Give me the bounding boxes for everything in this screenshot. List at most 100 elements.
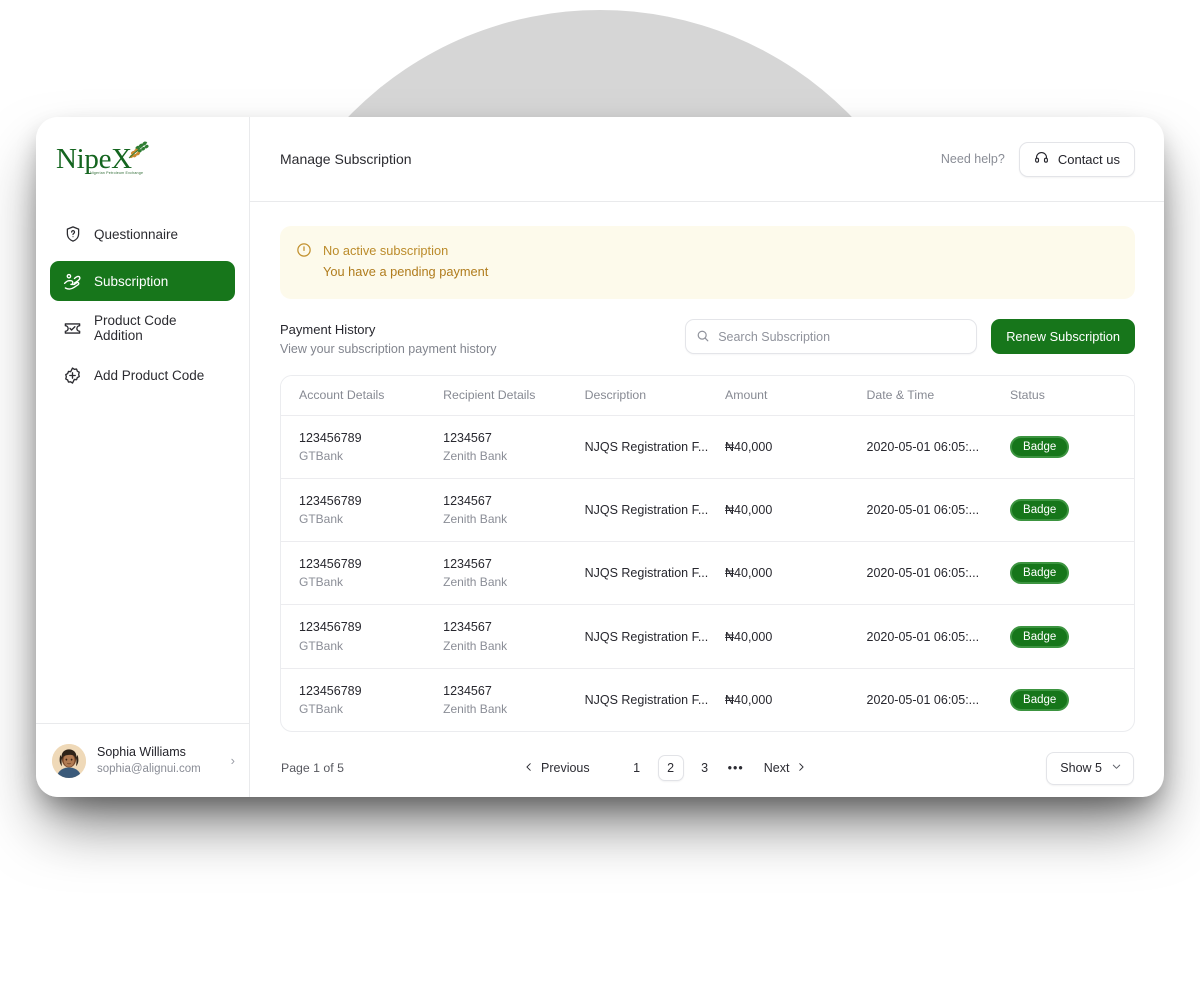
date-time: 2020-05-01 06:05:... <box>866 629 980 644</box>
sidebar-item-label: Questionnaire <box>94 226 179 242</box>
user-profile[interactable]: Sophia Williams sophia@alignui.com › <box>36 723 249 797</box>
alert-title: No active subscription <box>323 243 449 258</box>
table-row[interactable]: 123456789 GTBank 1234567 Zenith Bank NJQS … <box>281 541 1134 606</box>
recipient-number: 1234567 <box>443 683 492 698</box>
account-bank: GTBank <box>299 512 344 527</box>
status-badge: Badge <box>1010 688 1070 711</box>
column-header-recipient-details: Recipient Details <box>443 376 585 417</box>
description: NJQS Registration F... <box>584 566 709 581</box>
rows-per-page-select[interactable]: Show 5 <box>1046 751 1134 785</box>
column-header-description: Description <box>584 376 726 417</box>
pagination-ellipsis: ••• <box>727 761 744 776</box>
account-number: 123456789 <box>299 557 362 572</box>
brand-logo[interactable]: NipeX Nigerian Petroleum Exchange <box>36 117 249 202</box>
shield-question-icon <box>63 225 82 244</box>
contact-us-label: Contact us <box>1057 151 1120 167</box>
user-name: Sophia Williams <box>97 745 186 760</box>
chevron-down-icon <box>1111 761 1122 775</box>
description: NJQS Registration F... <box>584 503 709 518</box>
status-badge: Badge <box>1010 562 1070 585</box>
recipient-number: 1234567 <box>443 494 492 509</box>
account-bank: GTBank <box>299 701 344 716</box>
amount: ₦40,000 <box>725 503 773 518</box>
table-row[interactable]: 123456789 GTBank 1234567 Zenith Bank NJQS … <box>281 668 1134 731</box>
recipient-bank: Zenith Bank <box>443 701 508 716</box>
column-header-amount: Amount <box>725 376 867 417</box>
description: NJQS Registration F... <box>584 692 709 707</box>
recipient-number: 1234567 <box>443 620 492 635</box>
status-badge: Badge <box>1010 436 1070 459</box>
avatar <box>52 743 86 778</box>
account-number: 123456789 <box>299 431 362 446</box>
sidebar: NipeX Nigerian Petroleum Exchange Questi… <box>36 117 250 797</box>
sidebar-item-label: Subscription <box>94 273 169 289</box>
no-subscription-alert: No active subscription You have a pendin… <box>280 226 1135 300</box>
recipient-number: 1234567 <box>443 431 492 446</box>
amount: ₦40,000 <box>725 566 773 581</box>
page-info: Page 1 of 5 <box>281 761 344 776</box>
sidebar-item-questionnaire[interactable]: Questionnaire <box>50 214 235 254</box>
table-row[interactable]: 123456789 GTBank 1234567 Zenith Bank NJQS … <box>281 415 1134 480</box>
chevron-left-icon <box>524 761 534 775</box>
account-number: 123456789 <box>299 494 362 509</box>
page-button-2[interactable]: 2 <box>657 755 684 782</box>
next-label: Next <box>763 761 790 776</box>
sidebar-item-label: Add Product Code <box>94 367 205 383</box>
search-subscription-wrapper <box>685 319 978 355</box>
description: NJQS Registration F... <box>584 629 709 644</box>
rows-per-page-label: Show 5 <box>1060 761 1102 776</box>
chevron-right-icon[interactable]: › <box>231 753 235 768</box>
alert-circle-icon <box>296 242 312 283</box>
sidebar-item-label: Product Code Addition <box>94 313 177 343</box>
ticket-check-icon <box>63 319 82 338</box>
date-time: 2020-05-01 06:05:... <box>866 440 980 455</box>
table-header-row: Account Details Recipient Details Descri… <box>281 376 1134 417</box>
account-bank: GTBank <box>299 575 344 590</box>
brand-name: NipeX <box>56 143 132 175</box>
account-bank: GTBank <box>299 449 344 464</box>
chevron-right-icon <box>796 761 806 775</box>
wheat-grain-icon <box>123 141 149 168</box>
section-title: Payment History <box>280 322 376 338</box>
account-number: 123456789 <box>299 683 362 698</box>
date-time: 2020-05-01 06:05:... <box>866 503 980 518</box>
plus-badge-icon <box>63 366 82 385</box>
page-button-1[interactable]: 1 <box>624 755 650 781</box>
next-page-button[interactable]: Next <box>764 761 807 775</box>
app-window: NipeX Nigerian Petroleum Exchange Questi… <box>36 117 1164 797</box>
renew-subscription-button[interactable]: Renew Subscription <box>991 319 1135 355</box>
search-icon <box>696 329 710 348</box>
sidebar-item-product-code-addition[interactable]: Product Code Addition <box>50 308 235 348</box>
recipient-bank: Zenith Bank <box>443 449 508 464</box>
table-row[interactable]: 123456789 GTBank 1234567 Zenith Bank NJQS … <box>281 604 1134 669</box>
recipient-bank: Zenith Bank <box>443 512 508 527</box>
recipient-bank: Zenith Bank <box>443 575 508 590</box>
column-header-account-details: Account Details <box>281 376 444 417</box>
alert-message: You have a pending payment <box>323 263 489 279</box>
section-subtitle: View your subscription payment history <box>280 341 497 356</box>
page-button-3[interactable]: 3 <box>692 755 718 781</box>
sidebar-item-add-product-code[interactable]: Add Product Code <box>50 355 235 395</box>
table-body: 123456789 GTBank 1234567 Zenith Bank NJQS … <box>281 415 1134 731</box>
topbar: Manage Subscription Need help? Contact u… <box>250 117 1164 202</box>
status-badge: Badge <box>1010 625 1070 648</box>
payment-history-table: Account Details Recipient Details Descri… <box>280 375 1135 732</box>
headset-icon <box>1034 150 1049 168</box>
amount: ₦40,000 <box>725 692 773 707</box>
previous-page-button[interactable]: Previous <box>524 761 590 775</box>
table-row[interactable]: 123456789 GTBank 1234567 Zenith Bank NJQS … <box>281 478 1134 543</box>
payment-history-header: Payment History View your subscription p… <box>280 319 1135 359</box>
sidebar-item-subscription[interactable]: Subscription <box>50 261 235 301</box>
column-header-status: Status <box>1010 376 1134 417</box>
account-bank: GTBank <box>299 638 344 653</box>
search-input[interactable] <box>685 319 978 355</box>
main-area: Manage Subscription Need help? Contact u… <box>250 117 1164 797</box>
pagination: Page 1 of 5 Previous 1 2 3 ••• Next Show… <box>280 732 1135 785</box>
content-area: No active subscription You have a pendin… <box>250 202 1164 797</box>
amount: ₦40,000 <box>725 440 773 455</box>
contact-us-button[interactable]: Contact us <box>1018 141 1135 177</box>
recipient-number: 1234567 <box>443 557 492 572</box>
brand-tagline: Nigerian Petroleum Exchange <box>90 171 144 175</box>
date-time: 2020-05-01 06:05:... <box>866 566 980 581</box>
subscription-hand-icon <box>63 272 82 291</box>
